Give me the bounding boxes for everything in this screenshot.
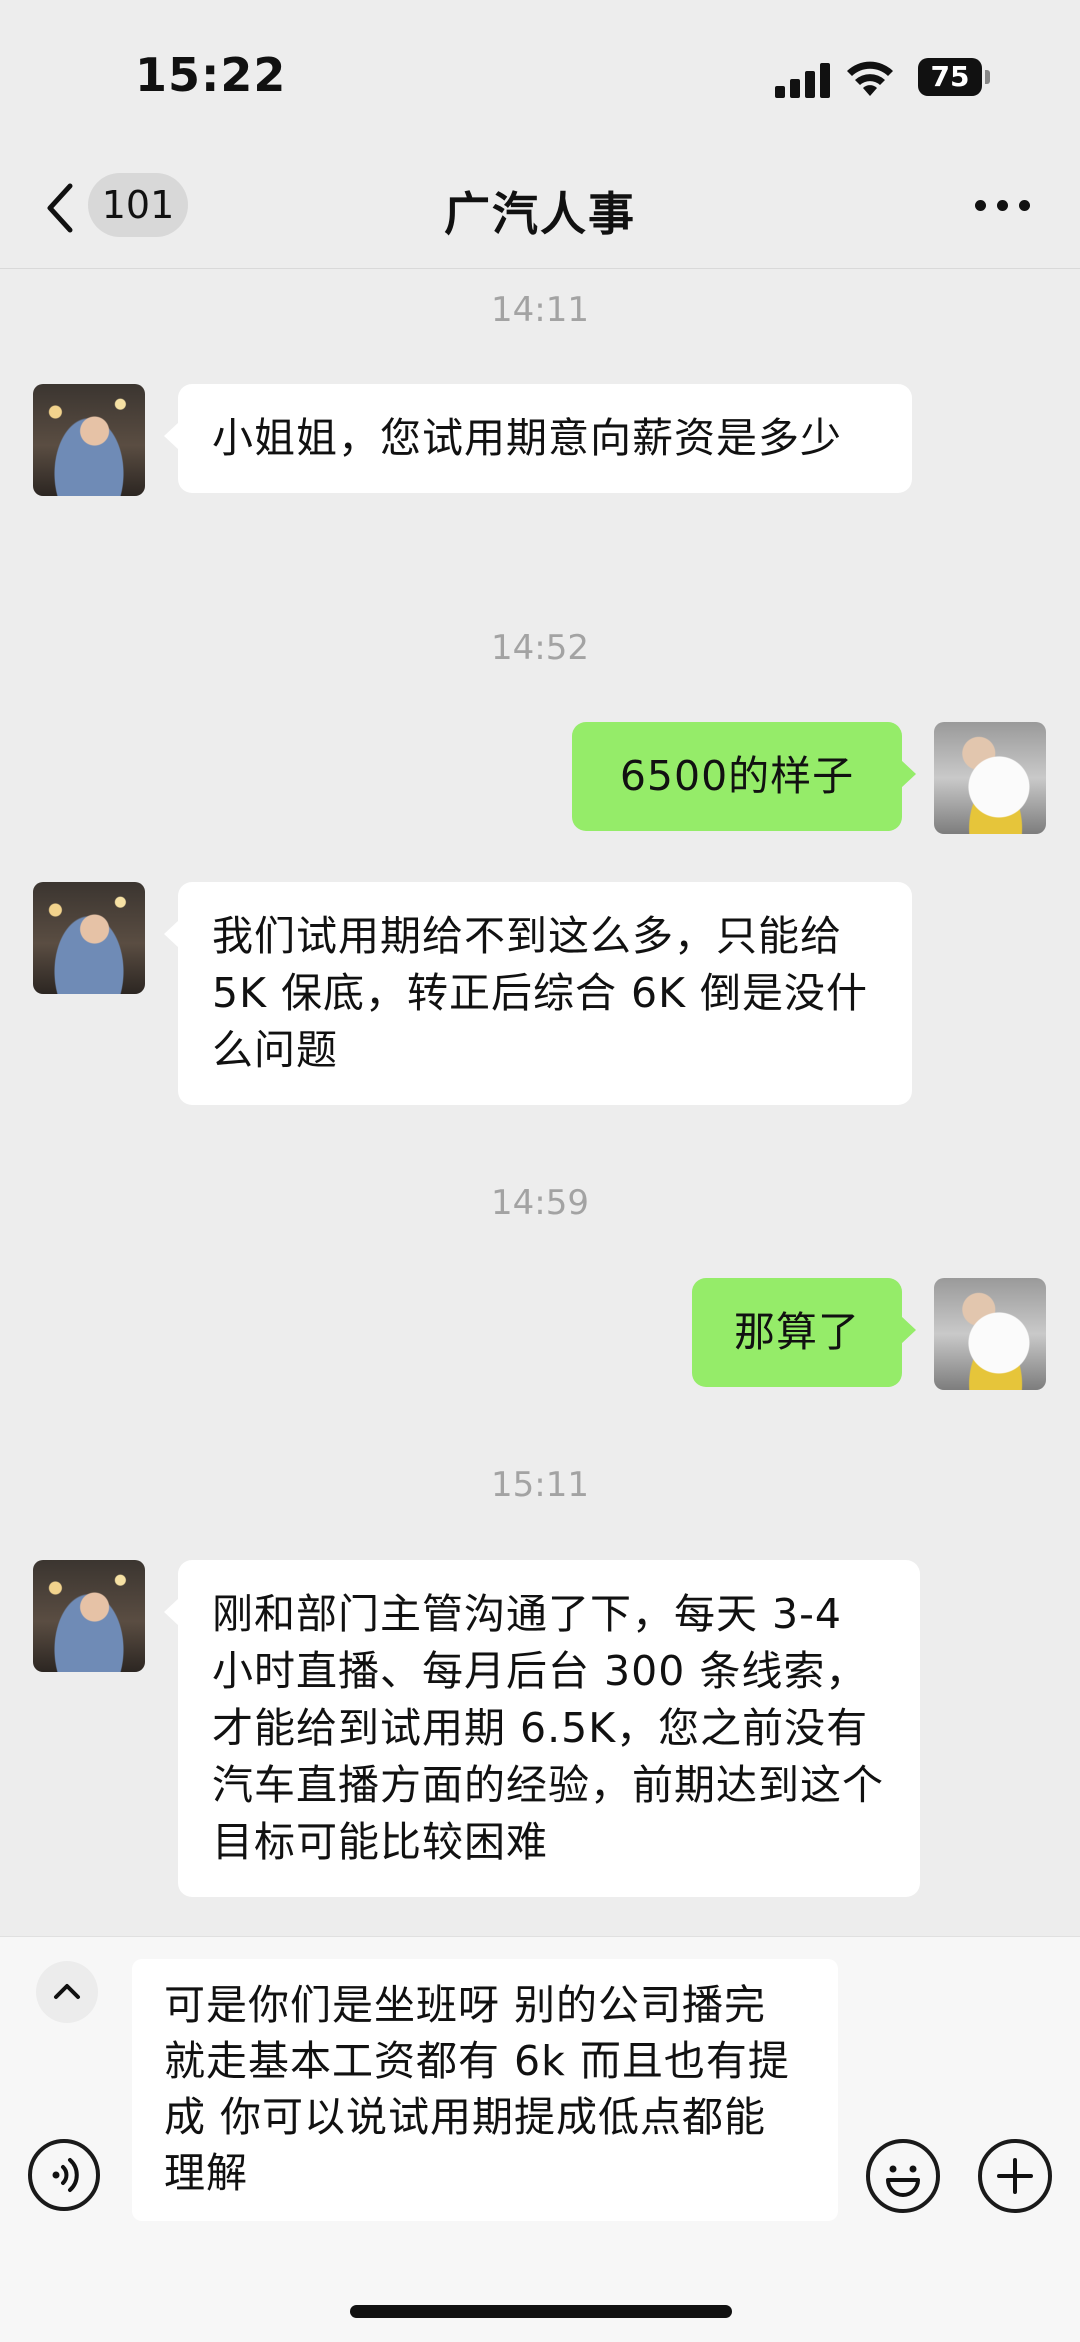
- emoji-icon[interactable]: [866, 2139, 940, 2213]
- voice-icon[interactable]: [28, 2139, 100, 2211]
- signal-icon: [775, 62, 831, 98]
- timestamp: 14:59: [491, 1183, 589, 1223]
- avatar[interactable]: [33, 1560, 145, 1672]
- wifi-icon: [847, 61, 893, 96]
- incoming-message[interactable]: 小姐姐，您试用期意向薪资是多少: [164, 384, 912, 493]
- chat-title: 广汽人事: [444, 187, 636, 241]
- chat-header: 101 广汽人事: [0, 150, 1080, 269]
- incoming-message[interactable]: 刚和部门主管沟通了下，每天 3-4 小时直播、每月后台 300 条线索，才能给到…: [164, 1560, 920, 1897]
- outgoing-message[interactable]: 那算了: [692, 1278, 916, 1387]
- incoming-message[interactable]: 我们试用期给不到这么多，只能给 5K 保底，转正后综合 6K 倒是没什么问题: [164, 882, 912, 1105]
- plus-icon[interactable]: [978, 2139, 1052, 2213]
- timestamp: 14:11: [491, 290, 589, 330]
- chevron-up-icon[interactable]: [36, 1961, 98, 2023]
- input-bar: 可是你们是坐班呀 别的公司播完就走基本工资都有 6k 而且也有提成 你可以说试用…: [0, 1936, 1080, 2342]
- outgoing-message[interactable]: 6500的样子: [572, 722, 916, 831]
- more-horizontal-icon[interactable]: [975, 200, 1031, 214]
- timestamp: 14:52: [491, 628, 589, 668]
- message-input[interactable]: 可是你们是坐班呀 别的公司播完就走基本工资都有 6k 而且也有提成 你可以说试用…: [132, 1959, 838, 2221]
- battery-icon: 75: [918, 58, 982, 96]
- status-time: 15:22: [135, 48, 287, 102]
- avatar[interactable]: [934, 1278, 1046, 1390]
- timestamp: 15:11: [491, 1465, 589, 1505]
- avatar[interactable]: [33, 882, 145, 994]
- home-indicator: [350, 2305, 732, 2318]
- avatar[interactable]: [934, 722, 1046, 834]
- avatar[interactable]: [33, 384, 145, 496]
- status-bar: 15:22 75: [0, 0, 1080, 150]
- battery-cap: [985, 70, 990, 84]
